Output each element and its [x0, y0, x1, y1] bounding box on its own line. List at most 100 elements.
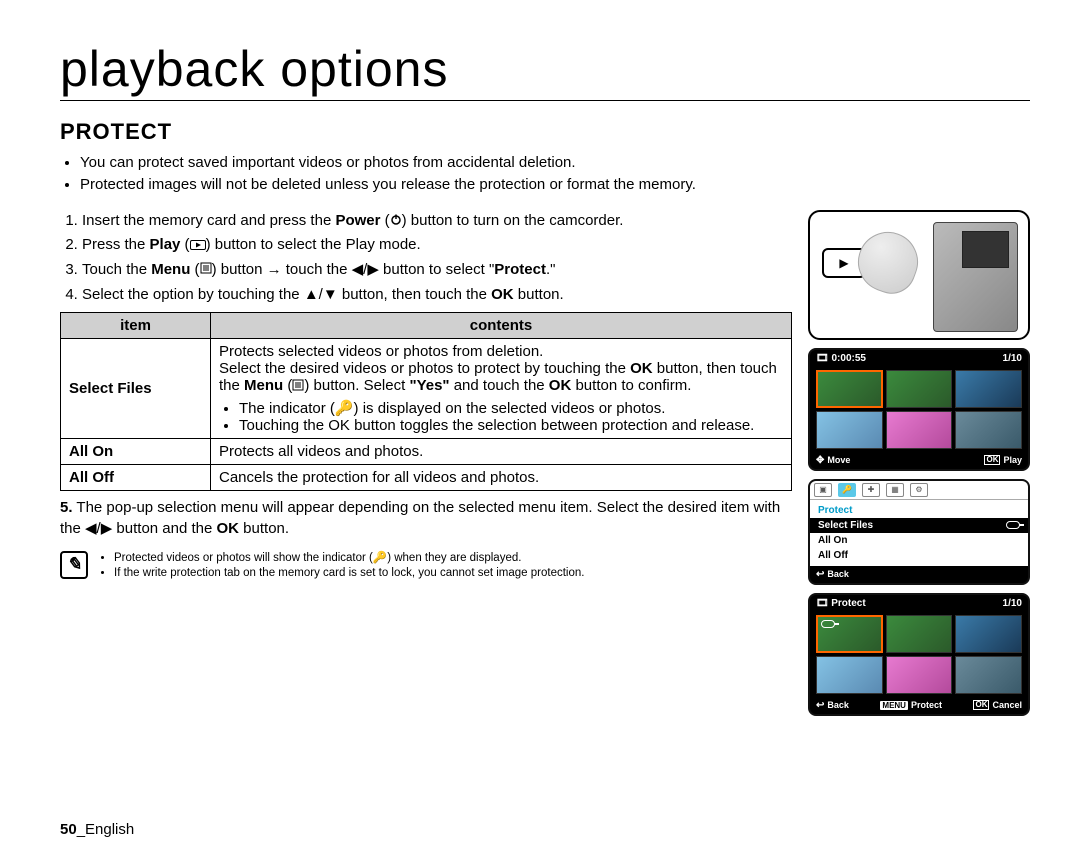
protect-title: 🎞 Protect — [816, 598, 866, 609]
counter: 1/10 — [1003, 598, 1022, 609]
text: button to select the Play mode. — [211, 236, 421, 253]
timestamp: 0:00:55 — [831, 353, 865, 364]
text: Select the desired videos or photos to p… — [219, 360, 630, 377]
contents-cell: Protects selected videos or photos from … — [211, 338, 792, 438]
move-hint: ✥ Move — [816, 455, 850, 466]
tab-icon: ✚ — [862, 483, 880, 497]
thumbnail — [886, 411, 953, 449]
table-header-contents: contents — [211, 312, 792, 338]
table-header-item: item — [61, 312, 211, 338]
thumbnail — [955, 370, 1022, 408]
power-label: Power — [335, 212, 380, 229]
text: button to turn on the camcorder. — [407, 212, 624, 229]
ok-label: OK — [549, 377, 572, 394]
menu-item-selected: Select Files — [810, 518, 1028, 533]
item-cell: All Off — [61, 464, 211, 490]
text: Touch the — [82, 261, 151, 278]
tab-icon: ⚙ — [910, 483, 928, 497]
text: button → touch the ◀/▶ button to select … — [217, 261, 495, 278]
tab-icon: ▣ — [814, 483, 832, 497]
text: Protects selected videos or photos from … — [219, 343, 543, 360]
page-number: 50 — [60, 821, 77, 838]
menu-icon — [200, 259, 212, 281]
text: The pop-up selection menu will appear de… — [60, 499, 780, 537]
thumbnail-selected — [816, 615, 883, 653]
contents-cell: Cancels the protection for all videos an… — [211, 464, 792, 490]
thumbnail — [816, 411, 883, 449]
text: button to confirm. — [571, 377, 691, 394]
power-icon — [390, 210, 402, 232]
thumbnail — [886, 370, 953, 408]
finger-icon — [850, 223, 927, 300]
table-row: All Off Cancels the protection for all v… — [61, 464, 792, 490]
step-3: Touch the Menu ( ) button → touch the ◀/… — [82, 259, 792, 281]
thumbnail — [816, 370, 883, 408]
text: ." — [546, 261, 556, 278]
steps-list: Insert the memory card and press the Pow… — [60, 210, 792, 306]
thumbnail — [955, 656, 1022, 694]
camcorder-illustration — [808, 210, 1030, 340]
step-4: Select the option by touching the ▲/▼ bu… — [82, 284, 792, 306]
menu-icon — [292, 378, 304, 395]
intro-bullet-list: You can protect saved important videos o… — [60, 153, 1030, 196]
tab-icon-active: 🔑 — [838, 483, 856, 497]
menu-item: All Off — [810, 548, 1028, 563]
item-cell: Select Files — [61, 338, 211, 438]
sub-bullet: Touching the OK button toggles the selec… — [239, 417, 783, 434]
play-hint: OK Play — [984, 455, 1022, 465]
note-icon: ✎ — [60, 551, 88, 579]
page-language: _English — [77, 821, 135, 838]
chapter-title: playback options — [60, 40, 1030, 101]
key-icon — [821, 620, 835, 628]
section-title: PROTECT — [60, 119, 1030, 145]
intro-bullet: You can protect saved important videos o… — [80, 153, 1030, 173]
table-row: Select Files Protects selected videos or… — [61, 338, 792, 438]
lcd-screenshot-protect: 🎞 Protect 1/10 ↩ Back MENU Protect — [808, 593, 1030, 716]
protect-hint: MENU Protect — [880, 700, 942, 710]
lcd-screenshot-thumbnails: 🎞 0:00:55 1/10 ✥ Move OK Play — [808, 348, 1030, 471]
step-5: 5. The pop-up selection menu will appear… — [60, 497, 792, 539]
table-row: All On Protects all videos and photos. — [61, 438, 792, 464]
menu-item: All On — [810, 533, 1028, 548]
step-number: 5. — [60, 499, 73, 516]
back-hint: ↩ Back — [816, 569, 849, 580]
text: button. — [514, 286, 564, 303]
yes-label: "Yes" — [409, 377, 449, 394]
counter: 1/10 — [1003, 353, 1022, 364]
text: button. Select — [309, 377, 409, 394]
play-label: Play — [150, 236, 181, 253]
page-footer: 50_English — [60, 821, 134, 838]
menu-label: Menu — [244, 377, 283, 394]
ok-label: OK — [217, 520, 240, 537]
sub-bullet: The indicator (🔑) is displayed on the se… — [239, 399, 783, 417]
options-table: item contents Select Files Protects sele… — [60, 312, 792, 491]
lcd-screenshot-menu: ▣ 🔑 ✚ ▦ ⚙ Protect Select Files All On Al… — [808, 479, 1030, 585]
contents-cell: Protects all videos and photos. — [211, 438, 792, 464]
menu-title: Protect — [810, 503, 1028, 518]
playmode-icon — [190, 235, 206, 257]
step-2: Press the Play ( ) button to select the … — [82, 234, 792, 256]
ok-label: OK — [491, 286, 514, 303]
text: and touch the — [450, 377, 549, 394]
tab-icon: ▦ — [886, 483, 904, 497]
ok-label: OK — [630, 360, 653, 377]
step-1: Insert the memory card and press the Pow… — [82, 210, 792, 232]
intro-bullet: Protected images will not be deleted unl… — [80, 175, 1030, 195]
camcorder-icon — [933, 222, 1018, 332]
thumbnail — [955, 411, 1022, 449]
item-cell: All On — [61, 438, 211, 464]
notes-block: ✎ Protected videos or photos will show t… — [60, 551, 792, 582]
thumbnail — [955, 615, 1022, 653]
back-hint: ↩ Back — [816, 700, 849, 711]
text: Insert the memory card and press the — [82, 212, 335, 229]
key-icon — [1006, 521, 1020, 529]
text: button. — [239, 520, 289, 537]
text: Press the — [82, 236, 150, 253]
cancel-hint: OK Cancel — [973, 700, 1022, 710]
note-item: If the write protection tab on the memor… — [114, 566, 584, 582]
film-icon: 🎞 0:00:55 — [816, 353, 866, 364]
thumbnail — [886, 656, 953, 694]
protect-label: Protect — [494, 261, 546, 278]
menu-label: Menu — [151, 261, 190, 278]
thumbnail — [886, 615, 953, 653]
